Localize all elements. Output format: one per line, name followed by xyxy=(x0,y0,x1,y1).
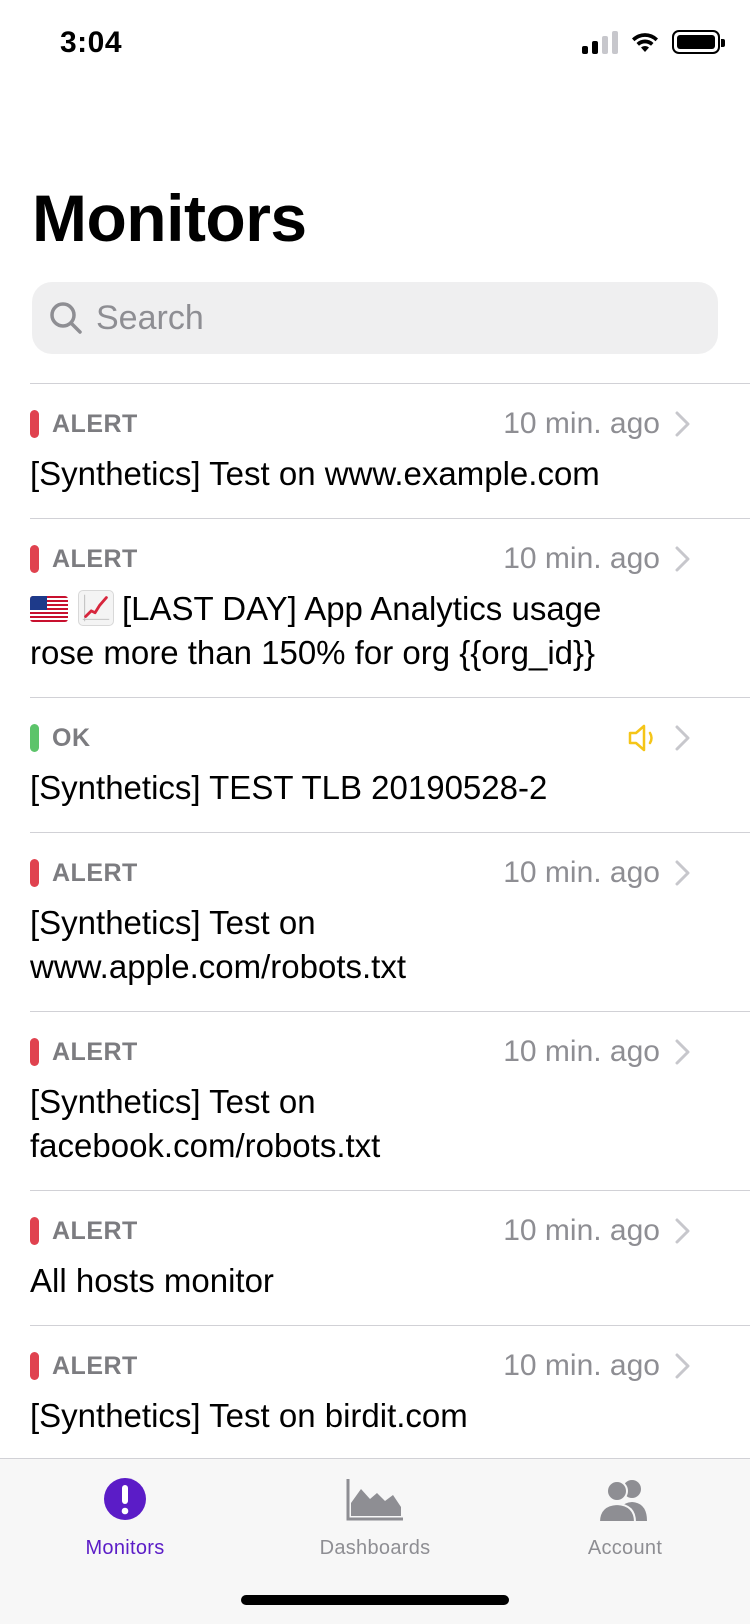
status-indicator-ok xyxy=(30,724,39,752)
status-indicator-alert xyxy=(30,410,39,438)
monitor-title: All hosts monitor xyxy=(30,1262,274,1299)
search-icon xyxy=(46,298,86,338)
status-label: ALERT xyxy=(52,1351,138,1380)
battery-icon xyxy=(672,30,725,54)
status-indicator-alert xyxy=(30,545,39,573)
status-label: OK xyxy=(52,723,91,752)
monitor-row[interactable]: ALERT 10 min. ago [Synthetics] Test on w… xyxy=(30,384,750,519)
search-bar[interactable] xyxy=(32,282,718,354)
monitor-title: [Synthetics] Test on birdit.com xyxy=(30,1397,468,1434)
time-ago: 10 min. ago xyxy=(503,856,660,889)
chevron-right-icon xyxy=(675,860,690,886)
status-time: 3:04 xyxy=(60,26,123,59)
monitor-row[interactable]: ALERT 10 min. ago [Synthetics] Test on w… xyxy=(30,833,750,1012)
monitor-title: [LAST DAY] App Analytics usage rose more… xyxy=(30,590,602,671)
cellular-signal-icon xyxy=(582,30,618,54)
tab-label: Dashboards xyxy=(319,1537,431,1559)
people-icon xyxy=(597,1480,647,1523)
time-ago: 10 min. ago xyxy=(503,1214,660,1247)
area-chart-icon xyxy=(346,1479,403,1521)
tab-label: Account xyxy=(587,1537,663,1559)
exclamation-circle-icon xyxy=(104,1478,146,1520)
monitor-row[interactable]: OK [Synthetics] TEST TLB 20190528-2 xyxy=(30,698,750,833)
status-label: ALERT xyxy=(52,409,138,438)
monitor-title: [Synthetics] Test on www.apple.com/robot… xyxy=(30,904,406,985)
status-label: ALERT xyxy=(52,544,138,573)
tab-dashboards[interactable]: Dashboards xyxy=(250,1473,500,1560)
tab-account[interactable]: Account xyxy=(500,1473,750,1560)
monitor-row[interactable]: ALERT 10 min. ago All hosts monitor xyxy=(30,1191,750,1326)
monitor-title: [Synthetics] Test on facebook.com/robots… xyxy=(30,1083,381,1164)
status-bar: 3:04 xyxy=(0,0,750,92)
time-ago: 10 min. ago xyxy=(503,407,660,440)
home-indicator[interactable] xyxy=(241,1595,509,1605)
status-indicator-alert xyxy=(30,1352,39,1380)
status-indicator-alert xyxy=(30,859,39,887)
chevron-right-icon xyxy=(675,546,690,572)
monitor-title: [Synthetics] Test on www.example.com xyxy=(30,455,600,492)
time-ago: 10 min. ago xyxy=(503,1035,660,1068)
chevron-right-icon xyxy=(675,1218,690,1244)
chevron-right-icon xyxy=(675,1353,690,1379)
status-indicator-alert xyxy=(30,1217,39,1245)
chevron-right-icon xyxy=(675,1039,690,1065)
status-icons xyxy=(582,30,725,54)
status-label: ALERT xyxy=(52,1037,138,1066)
speaker-icon xyxy=(628,724,653,752)
time-ago: 10 min. ago xyxy=(503,1349,660,1382)
monitor-title: [Synthetics] TEST TLB 20190528-2 xyxy=(30,769,548,806)
us-flag-emoji xyxy=(30,596,68,622)
time-ago: 10 min. ago xyxy=(503,542,660,575)
search-input[interactable] xyxy=(96,298,656,338)
status-label: ALERT xyxy=(52,858,138,887)
monitor-row[interactable]: ALERT 10 min. ago [Synthetics] Test on b… xyxy=(30,1326,750,1461)
page-title: Monitors xyxy=(32,181,307,255)
status-indicator-alert xyxy=(30,1038,39,1066)
chevron-right-icon xyxy=(675,411,690,437)
status-label: ALERT xyxy=(52,1216,138,1245)
monitor-title-wrapper: [LAST DAY] App Analytics usage rose more… xyxy=(30,587,750,675)
tab-monitors[interactable]: Monitors xyxy=(0,1473,250,1560)
wifi-icon xyxy=(632,33,658,52)
chart-increasing-emoji xyxy=(78,590,114,626)
monitor-list: ALERT 10 min. ago [Synthetics] Test on w… xyxy=(30,383,750,1461)
monitor-row[interactable]: ALERT 10 min. ago [LAST DAY] App Analyti… xyxy=(30,519,750,698)
chevron-right-icon xyxy=(675,725,690,751)
monitor-row[interactable]: ALERT 10 min. ago [Synthetics] Test on f… xyxy=(30,1012,750,1191)
tab-label: Monitors xyxy=(85,1537,165,1559)
